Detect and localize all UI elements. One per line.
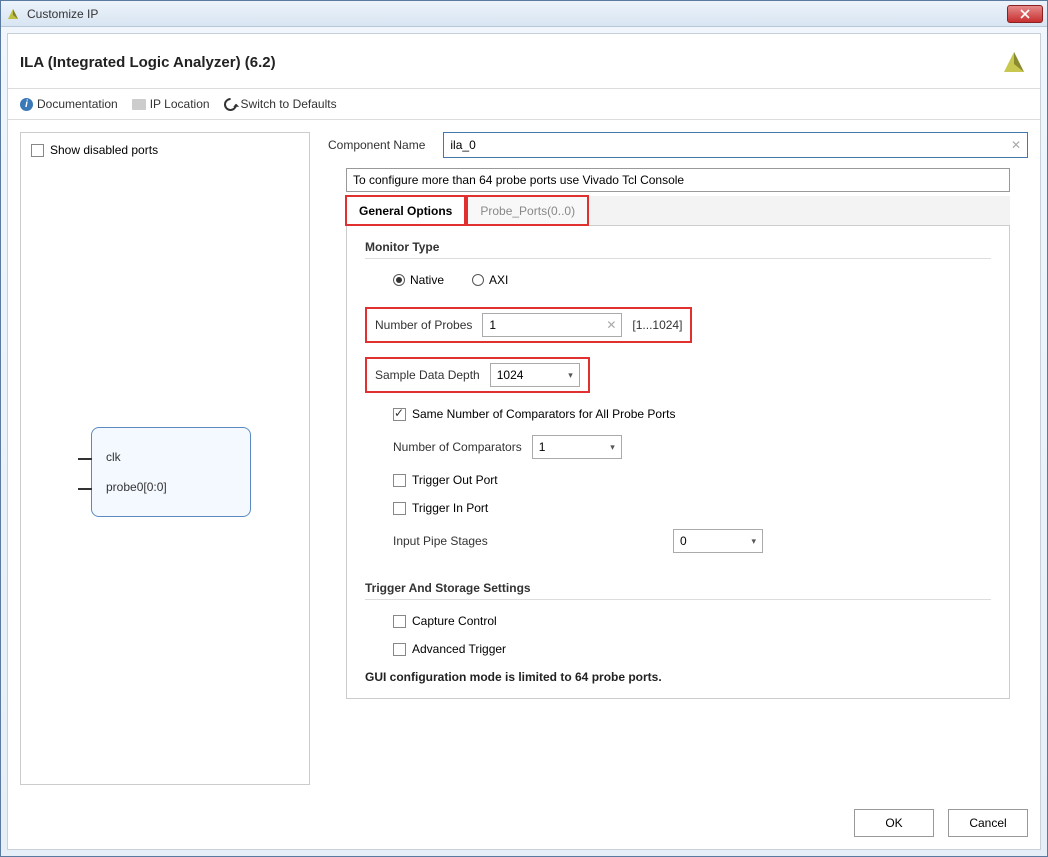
- chevron-down-icon: ▾: [568, 370, 573, 381]
- reload-icon: [221, 95, 239, 113]
- info-icon: i: [20, 98, 33, 111]
- ip-symbol: clk probe0[0:0]: [91, 427, 251, 517]
- trigger-in-row[interactable]: Trigger In Port: [365, 501, 991, 515]
- chevron-down-icon: ▾: [751, 536, 756, 547]
- divider: [365, 258, 991, 259]
- ip-symbol-panel: Show disabled ports clk probe0[0:0]: [20, 132, 310, 785]
- same-comparators-row[interactable]: Same Number of Comparators for All Probe…: [365, 407, 991, 421]
- num-probes-input[interactable]: 1 ✕: [482, 313, 622, 337]
- show-disabled-checkbox[interactable]: [31, 144, 44, 157]
- trigger-in-checkbox[interactable]: [393, 502, 406, 515]
- sample-depth-value: 1024: [497, 368, 524, 382]
- tab-body-general: Monitor Type Native AXI Number of Probes…: [346, 226, 1010, 699]
- num-comparators-row: Number of Comparators 1 ▾: [365, 435, 991, 459]
- button-bar: OK Cancel: [8, 797, 1040, 849]
- config-panel: Component Name ila_0 ✕ To configure more…: [328, 132, 1028, 785]
- content-area: Show disabled ports clk probe0[0:0] Comp…: [8, 120, 1040, 797]
- divider: [365, 599, 991, 600]
- same-comparators-checkbox[interactable]: [393, 408, 406, 421]
- switch-defaults-label: Switch to Defaults: [241, 97, 337, 111]
- advanced-trigger-row[interactable]: Advanced Trigger: [365, 642, 991, 656]
- trigger-in-label: Trigger In Port: [412, 501, 488, 515]
- input-pipe-label: Input Pipe Stages: [393, 534, 663, 548]
- clear-icon[interactable]: ✕: [1011, 138, 1021, 152]
- trigger-out-row[interactable]: Trigger Out Port: [365, 473, 991, 487]
- sample-depth-row: Sample Data Depth 1024 ▾: [365, 357, 991, 393]
- capture-control-row[interactable]: Capture Control: [365, 614, 991, 628]
- chevron-down-icon: ▾: [610, 442, 615, 453]
- capture-control-checkbox[interactable]: [393, 615, 406, 628]
- close-icon: [1020, 9, 1030, 19]
- advanced-trigger-checkbox[interactable]: [393, 643, 406, 656]
- radio-icon: [393, 274, 405, 286]
- sample-depth-highlight: Sample Data Depth 1024 ▾: [365, 357, 590, 393]
- app-logo-icon: [5, 6, 21, 22]
- num-probes-row: Number of Probes 1 ✕ [1...1024]: [365, 307, 991, 343]
- monitor-type-radios: Native AXI: [393, 273, 991, 287]
- component-name-value: ila_0: [450, 138, 475, 152]
- num-probes-highlight: Number of Probes 1 ✕ [1...1024]: [365, 307, 692, 343]
- gui-limit-note: GUI configuration mode is limited to 64 …: [365, 670, 991, 684]
- sample-depth-label: Sample Data Depth: [375, 368, 480, 382]
- trigger-out-checkbox[interactable]: [393, 474, 406, 487]
- monitor-type-title: Monitor Type: [365, 240, 991, 254]
- input-pipe-select[interactable]: 0 ▾: [673, 529, 763, 553]
- info-message: To configure more than 64 probe ports us…: [346, 168, 1010, 192]
- vendor-logo-icon: [1000, 48, 1028, 76]
- window-title: Customize IP: [27, 7, 1007, 21]
- tab-general-options[interactable]: General Options: [346, 196, 465, 225]
- num-comparators-label: Number of Comparators: [393, 440, 522, 454]
- num-comparators-value: 1: [539, 440, 546, 454]
- input-pipe-value: 0: [680, 534, 687, 548]
- port-stub-probe0: [78, 488, 92, 490]
- radio-icon: [472, 274, 484, 286]
- header-area: ILA (Integrated Logic Analyzer) (6.2): [8, 34, 1040, 89]
- close-button[interactable]: [1007, 5, 1043, 23]
- component-name-row: Component Name ila_0 ✕: [328, 132, 1028, 158]
- ip-location-label: IP Location: [150, 97, 210, 111]
- tab-probe-ports[interactable]: Probe_Ports(0..0): [467, 196, 588, 225]
- folder-icon: [132, 99, 146, 110]
- clear-icon[interactable]: ✕: [606, 318, 616, 332]
- radio-axi[interactable]: AXI: [472, 273, 508, 287]
- radio-native[interactable]: Native: [393, 273, 444, 287]
- num-comparators-select[interactable]: 1 ▾: [532, 435, 622, 459]
- ok-button[interactable]: OK: [854, 809, 934, 837]
- cancel-button[interactable]: Cancel: [948, 809, 1028, 837]
- port-label-clk: clk: [106, 450, 121, 464]
- advanced-trigger-label: Advanced Trigger: [412, 642, 506, 656]
- link-toolbar: i Documentation IP Location Switch to De…: [8, 89, 1040, 120]
- num-probes-label: Number of Probes: [375, 318, 472, 332]
- component-name-input[interactable]: ila_0 ✕: [443, 132, 1028, 158]
- port-label-probe0: probe0[0:0]: [106, 480, 167, 494]
- documentation-link[interactable]: i Documentation: [20, 97, 118, 111]
- title-bar: Customize IP: [1, 1, 1047, 27]
- documentation-label: Documentation: [37, 97, 118, 111]
- same-comparators-label: Same Number of Comparators for All Probe…: [412, 407, 675, 421]
- tab-area: General Options Probe_Ports(0..0) Monito…: [346, 196, 1010, 699]
- component-name-label: Component Name: [328, 138, 425, 152]
- dialog-body: ILA (Integrated Logic Analyzer) (6.2) i …: [7, 33, 1041, 850]
- capture-control-label: Capture Control: [412, 614, 497, 628]
- dialog-window: Customize IP ILA (Integrated Logic Analy…: [0, 0, 1048, 857]
- ip-location-link[interactable]: IP Location: [132, 97, 210, 111]
- tab-strip: General Options Probe_Ports(0..0): [346, 196, 1010, 226]
- input-pipe-row: Input Pipe Stages 0 ▾: [365, 529, 991, 553]
- trigger-out-label: Trigger Out Port: [412, 473, 498, 487]
- show-disabled-label: Show disabled ports: [50, 143, 158, 157]
- sample-depth-select[interactable]: 1024 ▾: [490, 363, 580, 387]
- num-probes-range: [1...1024]: [632, 318, 682, 332]
- port-stub-clk: [78, 458, 92, 460]
- ip-title: ILA (Integrated Logic Analyzer) (6.2): [20, 54, 276, 71]
- show-disabled-row[interactable]: Show disabled ports: [31, 143, 299, 157]
- trigger-storage-title: Trigger And Storage Settings: [365, 581, 991, 595]
- num-probes-value: 1: [489, 318, 496, 332]
- switch-defaults-link[interactable]: Switch to Defaults: [224, 97, 337, 111]
